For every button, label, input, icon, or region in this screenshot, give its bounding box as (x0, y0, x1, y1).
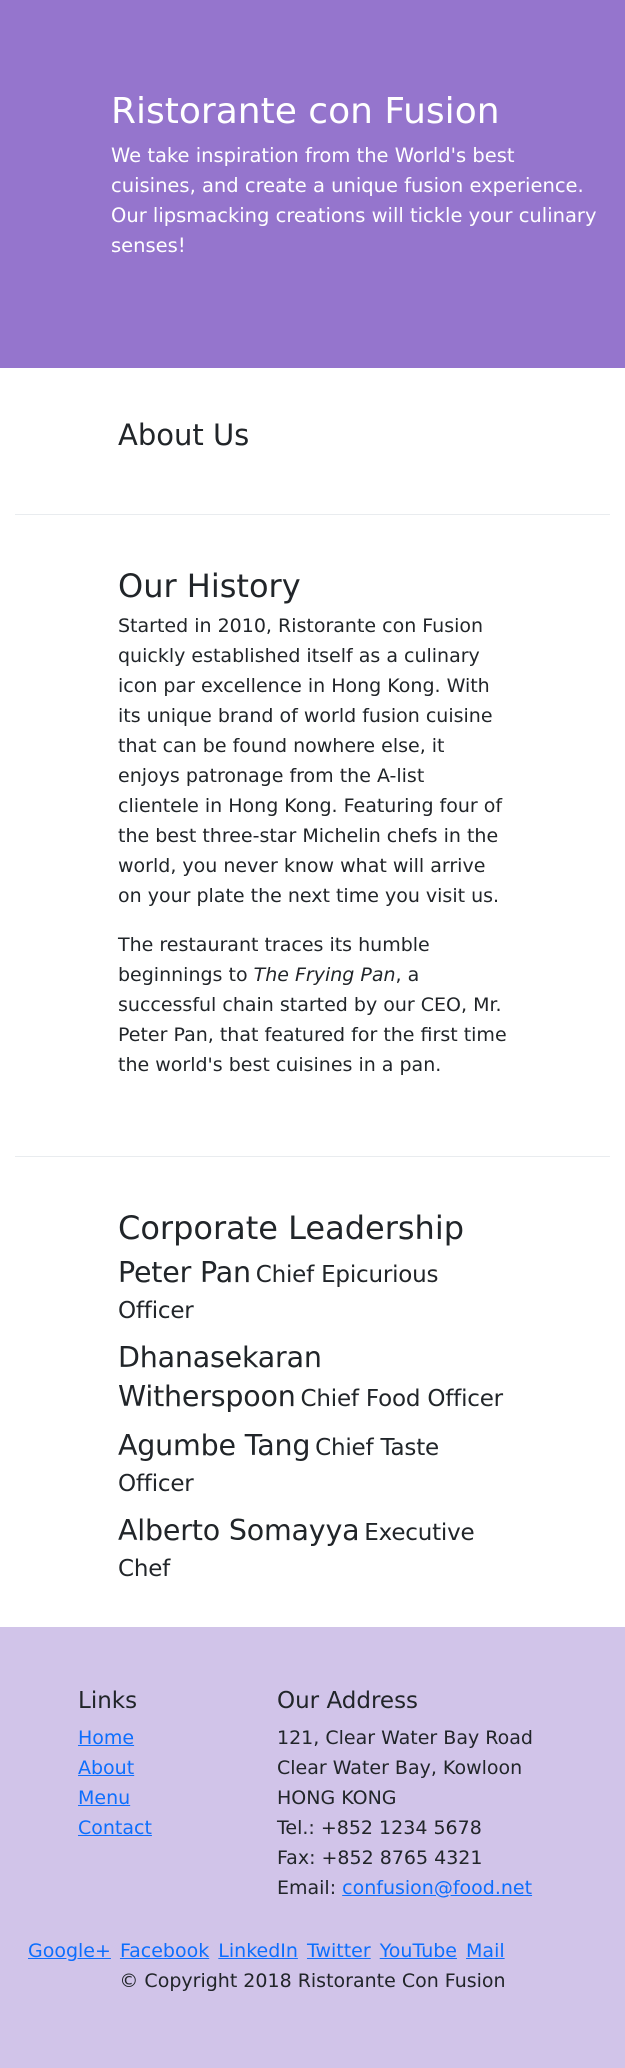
email-label: Email: (277, 1876, 343, 1899)
social-facebook[interactable]: Facebook (120, 1940, 209, 1962)
main-content: About Us Our History Started in 2010, Ri… (0, 368, 625, 1627)
about-heading: About Us (118, 418, 250, 452)
history-paragraph-2: The restaurant traces its humble beginni… (118, 930, 507, 1080)
history-heading: Our History (118, 567, 301, 605)
footer-link-item: Contact (78, 1813, 152, 1843)
leader-name: Alberto Somayya (118, 1514, 360, 1548)
leader-name: Agumbe Tang (118, 1429, 311, 1463)
tagline-1: We take inspiration from the World's bes… (111, 144, 584, 198)
jumbotron-header: Ristorante con Fusion We take inspiratio… (0, 0, 625, 368)
social-links: Google+ Facebook LinkedIn Twitter YouTub… (28, 1936, 508, 1966)
site-footer: Links Home About Menu Contact Our Addres… (0, 1627, 625, 2068)
leadership-section: Corporate Leadership Peter Pan Chief Epi… (0, 1157, 625, 1627)
social-linkedin[interactable]: LinkedIn (218, 1940, 298, 1962)
footer-link-item: Home (78, 1723, 152, 1753)
address-line: Clear Water Bay, Kowloon (277, 1756, 523, 1779)
history-section: Our History Started in 2010, Ristorante … (0, 515, 625, 1156)
link-about[interactable]: About (78, 1757, 134, 1779)
link-contact[interactable]: Contact (78, 1817, 152, 1839)
address-heading: Our Address (277, 1688, 419, 1714)
history-paragraph-1: Started in 2010, Ristorante con Fusion q… (118, 615, 503, 908)
fax: Fax: +852 8765 4321 (277, 1846, 483, 1869)
about-section: About Us (0, 368, 625, 514)
address-line: 121, Clear Water Bay Road (277, 1726, 533, 1749)
footer-link-item: About (78, 1753, 152, 1783)
leadership-heading: Corporate Leadership (118, 1209, 465, 1247)
leader-item: Agumbe Tang Chief Taste Officer (118, 1428, 507, 1503)
tagline-2: Our lipsmacking creations will tickle yo… (111, 204, 597, 258)
leader-item: Peter Pan Chief Epicurious Officer (118, 1255, 507, 1330)
site-title: Ristorante con Fusion (111, 91, 500, 132)
footer-link-item: Menu (78, 1783, 152, 1813)
email-link[interactable]: confusion@food.net (342, 1877, 532, 1899)
link-menu[interactable]: Menu (78, 1787, 130, 1809)
social-mail[interactable]: Mail (466, 1940, 505, 1962)
email-line: Email: confusion@food.net (277, 1873, 533, 1903)
social-youtube[interactable]: YouTube (380, 1940, 457, 1962)
footer-links-column: Links Home About Menu Contact (78, 1687, 152, 1843)
link-home[interactable]: Home (78, 1727, 134, 1749)
frying-pan-name: The Frying Pan (253, 964, 396, 987)
leader-item: Dhanasekaran Witherspoon Chief Food Offi… (118, 1340, 507, 1418)
leader-title: Chief Food Officer (300, 1386, 504, 1413)
address-line: HONG KONG (277, 1786, 397, 1809)
telephone: Tel.: +852 1234 5678 (277, 1816, 482, 1839)
social-twitter[interactable]: Twitter (307, 1940, 371, 1962)
leader-item: Alberto Somayya Executive Chef (118, 1513, 507, 1588)
social-google-plus[interactable]: Google+ (28, 1940, 111, 1962)
copyright: © Copyright 2018 Ristorante Con Fusion (119, 1970, 506, 1992)
links-heading: Links (78, 1688, 138, 1714)
leader-name: Peter Pan (118, 1256, 251, 1290)
footer-address-column: Our Address 121, Clear Water Bay Road Cl… (277, 1687, 533, 1903)
leader-name: Dhanasekaran Witherspoon (118, 1341, 322, 1414)
footer-links-list: Home About Menu Contact (78, 1723, 152, 1843)
